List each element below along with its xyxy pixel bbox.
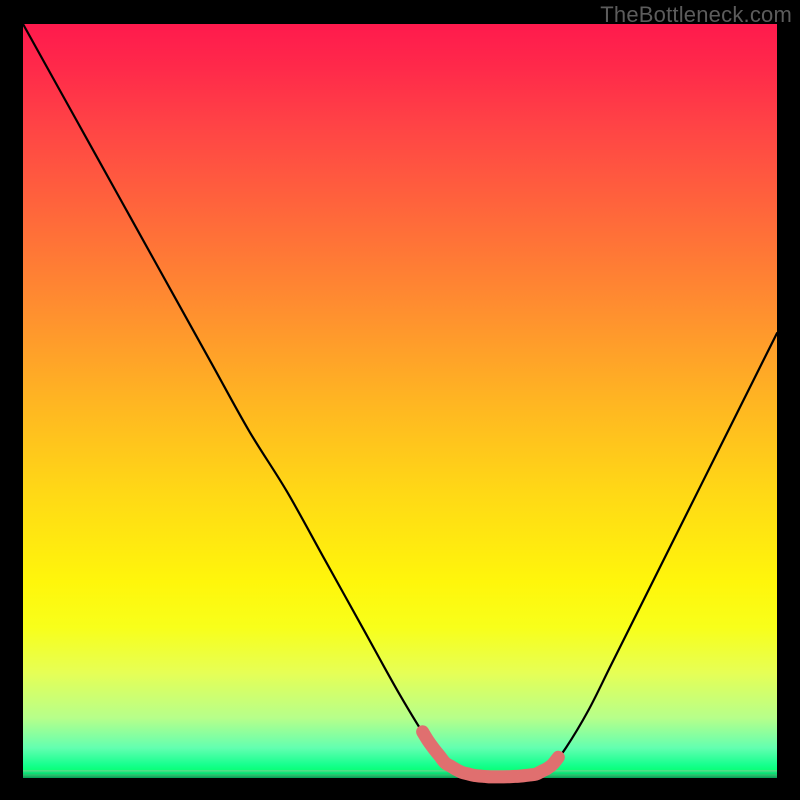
bottleneck-curve xyxy=(23,24,777,777)
chart-svg xyxy=(23,24,777,778)
watermark-text: TheBottleneck.com xyxy=(600,2,792,28)
bottleneck-highlight xyxy=(423,732,559,777)
chart-frame: TheBottleneck.com xyxy=(0,0,800,800)
